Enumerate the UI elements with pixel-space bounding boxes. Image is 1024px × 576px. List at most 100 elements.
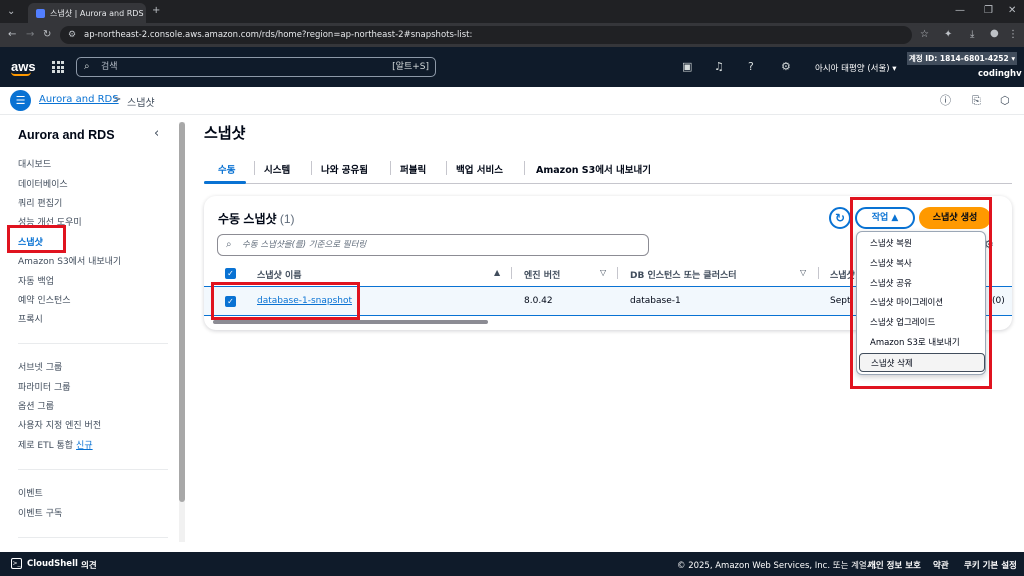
region-selector[interactable]: 아시아 태평양 (서울) ▾ [815, 62, 897, 74]
breadcrumb-separator: > [113, 94, 122, 105]
new-badge: 신규 [76, 441, 93, 451]
sort-icon[interactable]: ▽ [600, 268, 606, 277]
gear-icon[interactable]: ⚙ [781, 61, 791, 72]
bell-icon[interactable]: ♫ [714, 61, 724, 72]
star-icon[interactable]: ☆ [920, 30, 929, 40]
privacy-link[interactable]: 개인 정보 보호 [868, 559, 921, 571]
filter-placeholder: 수동 스냅샷을(를) 기준으로 필터링 [242, 240, 367, 250]
sidebar-divider [18, 343, 168, 344]
annotation-highlight-sidebar [7, 225, 66, 253]
filter-input[interactable]: ⌕ 수동 스냅샷을(를) 기준으로 필터링 [217, 234, 649, 256]
profile-icon[interactable]: ● [990, 29, 999, 39]
tab-system[interactable]: 시스템 [264, 162, 290, 176]
browser-menu-icon[interactable]: ⋮ [1008, 30, 1018, 40]
search-placeholder: 검색 [101, 62, 118, 72]
feedback-link[interactable]: 의견 [81, 559, 97, 571]
panel-title: 수동 스냅샷 (1) [218, 210, 295, 227]
url-field[interactable]: ⚙ ap-northeast-2.console.aws.amazon.com/… [60, 26, 912, 44]
sidebar: Aurora and RDS ‹ 대시보드 데이터베이스 쿼리 편집기 성능 개… [0, 115, 186, 552]
sidebar-item-option-groups[interactable]: 옵션 그룹 [18, 399, 54, 412]
sidebar-item-events[interactable]: 이벤트 [18, 486, 43, 499]
sort-icon[interactable]: ▽ [800, 268, 806, 277]
search-icon: ⌕ [226, 239, 232, 250]
sidebar-scrollbar[interactable] [179, 122, 185, 542]
forward-icon[interactable]: → [26, 30, 34, 40]
active-tab-indicator [204, 181, 246, 184]
sidebar-item-subnet-groups[interactable]: 서브넷 그룹 [18, 360, 62, 373]
search-input[interactable]: ⌕ 검색 [알트+S] [76, 57, 436, 77]
site-info-icon[interactable]: ⚙ [68, 26, 76, 44]
snapshot-tabs: 수동 시스템 나와 공유됨 퍼블릭 백업 서비스 Amazon S3에서 내보내… [204, 157, 1012, 184]
sidebar-item-event-subscriptions[interactable]: 이벤트 구독 [18, 506, 62, 519]
window-close-icon[interactable]: ✕ [1008, 6, 1016, 16]
tab-public[interactable]: 퍼블릭 [400, 162, 426, 176]
column-header-snapshot-name[interactable]: 스냅샷 이름 [257, 268, 302, 281]
reload-icon[interactable]: ↻ [43, 30, 51, 40]
settings-icon[interactable]: ⬡ [1000, 95, 1010, 106]
help-icon[interactable]: ? [748, 61, 754, 72]
cloudshell-link[interactable]: CloudShell [27, 559, 78, 569]
annotation-highlight-actions [850, 197, 992, 389]
favicon-icon [36, 8, 45, 18]
services-grid-icon[interactable] [52, 61, 64, 73]
db-instance-cell: database-1 [630, 296, 681, 306]
column-header-engine-version[interactable]: 엔진 버전 [524, 268, 560, 281]
created-cell: Sept [830, 296, 851, 306]
sidebar-divider [18, 537, 168, 538]
sidebar-item-proxies[interactable]: 프록시 [18, 312, 43, 325]
sidebar-item-query-editor[interactable]: 쿼리 편집기 [18, 196, 62, 209]
snapshot-count: (1) [279, 212, 295, 226]
hamburger-icon[interactable]: ☰ [10, 90, 31, 111]
feedback-icon[interactable]: ⎘ [972, 95, 981, 106]
tab-s3-export[interactable]: Amazon S3에서 내보내기 [536, 162, 651, 176]
maximize-icon[interactable]: ❐ [984, 6, 993, 16]
sidebar-item-custom-engine-versions[interactable]: 사용자 지정 엔진 버전 [18, 418, 101, 431]
breadcrumb-current: 스냅샷 [127, 98, 155, 109]
select-all-checkbox[interactable]: ✓ [225, 268, 236, 279]
tab-backup-service[interactable]: 백업 서비스 [456, 162, 503, 176]
engine-version-cell: 8.0.42 [524, 296, 553, 306]
new-tab-icon[interactable]: + [152, 6, 160, 16]
back-icon[interactable]: ← [8, 30, 16, 40]
extensions-icon[interactable]: ✦ [944, 30, 952, 40]
sort-asc-icon[interactable]: ▲ [494, 268, 500, 277]
sidebar-item-automated-backups[interactable]: 자동 백업 [18, 274, 54, 287]
sidebar-item-reserved-instances[interactable]: 예약 인스턴스 [18, 293, 71, 306]
tab-manual[interactable]: 수동 [218, 162, 235, 176]
url-text: ap-northeast-2.console.aws.amazon.com/rd… [84, 30, 473, 40]
annotation-highlight-row [211, 282, 360, 320]
sidebar-item-zero-etl[interactable]: 제로 ETL 통합 신규 [18, 438, 93, 451]
cloudshell-icon[interactable]: >_ [11, 558, 22, 569]
row-tail-cell: (0) [992, 296, 1005, 306]
sidebar-item-zero-etl-label: 제로 ETL 통합 [18, 441, 74, 451]
cloudshell-icon[interactable]: ▣ [682, 61, 692, 72]
user-name[interactable]: codinghv [978, 69, 1022, 79]
download-icon[interactable]: ⤓ [970, 30, 974, 40]
panel-title-text: 수동 스냅샷 [218, 212, 277, 226]
tab-search-icon[interactable]: ⌄ [7, 7, 15, 17]
sidebar-item-dashboard[interactable]: 대시보드 [18, 157, 51, 170]
sidebar-divider [18, 469, 168, 470]
search-shortcut: [알트+S] [392, 62, 429, 72]
sidebar-item-parameter-groups[interactable]: 파라미터 그룹 [18, 380, 71, 393]
browser-address-bar: ← → ↻ ⚙ ap-northeast-2.console.aws.amazo… [0, 23, 1024, 47]
chevron-left-icon[interactable]: ‹ [154, 126, 159, 141]
sidebar-title: Aurora and RDS [18, 128, 115, 142]
info-icon[interactable]: ⓘ [940, 95, 951, 106]
sidebar-item-s3-export[interactable]: Amazon S3에서 내보내기 [18, 254, 121, 267]
breadcrumb-root-link[interactable]: Aurora and RDS [39, 94, 119, 105]
browser-tab-bar: ⌄ 스냅샷 | Aurora and RDS | ap- × + — ❐ ✕ [0, 0, 1024, 23]
account-menu[interactable]: 계정 ID: 1814-6801-4252 ▾ [907, 52, 1017, 65]
minimize-icon[interactable]: — [955, 6, 965, 16]
breadcrumb: ☰ Aurora and RDS > 스냅샷 ⓘ ⎘ ⬡ [0, 87, 1024, 115]
page-title: 스냅샷 [204, 125, 246, 142]
cookie-preferences-link[interactable]: 쿠키 기본 설정 [964, 559, 1017, 571]
aws-logo[interactable]: aws [11, 59, 36, 76]
browser-tab[interactable]: 스냅샷 | Aurora and RDS | ap- × [28, 3, 146, 23]
tab-shared-with-me[interactable]: 나와 공유됨 [321, 162, 368, 176]
sidebar-item-databases[interactable]: 데이터베이스 [18, 177, 68, 190]
terms-link[interactable]: 약관 [933, 559, 949, 571]
refresh-button[interactable]: ↻ [829, 207, 851, 229]
copyright-text: © 2025, Amazon Web Services, Inc. 또는 계열사… [677, 561, 878, 571]
column-header-db-instance[interactable]: DB 인스턴스 또는 클러스터 [630, 268, 737, 281]
